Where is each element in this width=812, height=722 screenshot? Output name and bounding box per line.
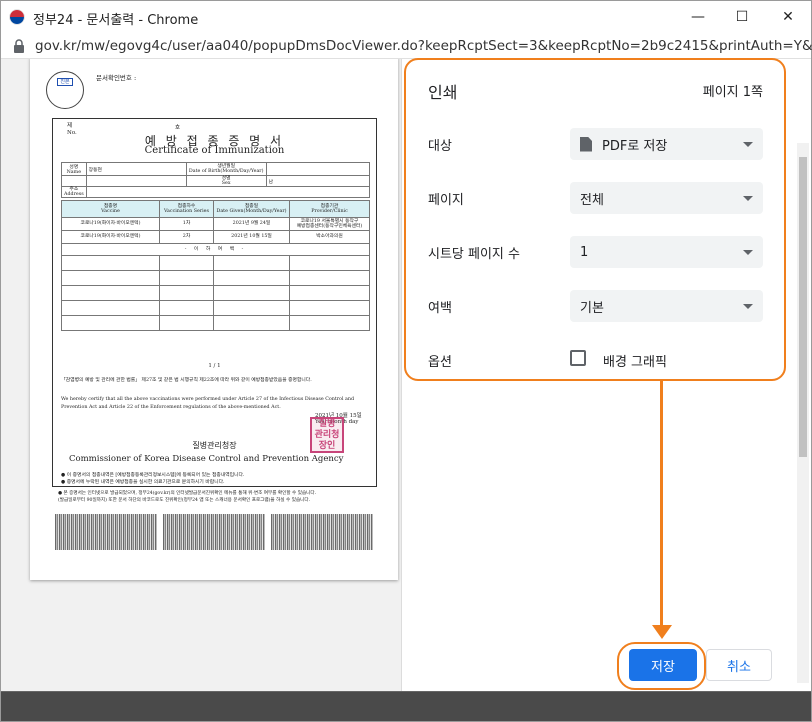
- authentic-seal: 진본: [46, 71, 84, 109]
- print-settings-panel: 인쇄 페이지 1쪽 대상 PDF로 저장 페이지 전체 시트당 페이지 수 1 …: [402, 59, 811, 721]
- minimize-icon: —: [691, 9, 705, 25]
- date-cell: 2021년 9월 24일: [213, 217, 290, 231]
- margins-value: 기본: [580, 300, 604, 316]
- highlight-arrow-head: [652, 625, 672, 639]
- provider-header: 접종기관 Provider/Clinic: [289, 200, 370, 218]
- series-header: 접종차수 Vaccination Series: [159, 200, 214, 218]
- date-cell: 2021년 10월 15일: [213, 230, 290, 244]
- page-number: 1 / 1: [208, 363, 221, 369]
- dob-value: [265, 162, 371, 176]
- print-preview-area: 진본 문서확인번호 : 제 No. 호 예 방 접 종 증 명 서 Certif…: [1, 59, 402, 721]
- window-title: 정부24 - 문서출력 - Chrome: [33, 13, 199, 28]
- note-verification: ● 본 증명서는 인터넷으로 발급되었으며, 정부24(gov.kr)의 인터넷…: [58, 491, 317, 503]
- pdf-document-icon: [580, 136, 592, 152]
- certificate-title-en: Certificate of Immunization: [144, 145, 285, 156]
- table-row: [61, 315, 370, 331]
- pages-per-sheet-value: 1: [580, 244, 589, 260]
- barcode-3: [271, 514, 373, 550]
- address-value: [85, 186, 371, 198]
- pages-per-sheet-label: 시트당 페이지 수: [428, 247, 520, 262]
- url-text[interactable]: gov.kr/mw/egovg4c/user/aa040/popupDmsDoc…: [35, 38, 812, 54]
- name-value: 장동현: [85, 162, 187, 176]
- close-button[interactable]: ✕: [765, 1, 811, 33]
- print-title: 인쇄: [428, 83, 458, 102]
- lock-icon: [14, 39, 24, 53]
- table-row: [61, 255, 370, 271]
- provider-cell: 코로나19 서울특별시 동작구 예방접종센터(동작구민체육센터): [289, 217, 370, 231]
- address-bar[interactable]: gov.kr/mw/egovg4c/user/aa040/popupDmsDoc…: [1, 33, 812, 59]
- highlight-arrow-line: [660, 381, 663, 627]
- agency-name-ko: 질병관리청장: [192, 441, 237, 450]
- barcode-1: [55, 514, 157, 550]
- pages-select[interactable]: 전체: [570, 182, 763, 214]
- destination-select[interactable]: PDF로 저장: [570, 128, 763, 160]
- page-count: 페이지 1쪽: [702, 85, 763, 100]
- cancel-button[interactable]: 취소: [706, 649, 772, 681]
- background-page-footer: [1, 691, 811, 721]
- document-check-number: 문서확인번호 :: [96, 74, 137, 82]
- legal-statement-ko: 「감염병의 예방 및 관리에 관한 법률」 제27조 및 같은 법 시행규칙 제…: [61, 378, 312, 383]
- maximize-icon: ☐: [735, 9, 749, 25]
- series-cell: 1차: [159, 217, 214, 231]
- page-content: 진본 문서확인번호 : 제 No. 호 예 방 접 종 증 명 서 Certif…: [1, 59, 811, 721]
- sex-label: 성별 Sex: [185, 175, 267, 187]
- chevron-down-icon: [743, 250, 753, 255]
- pages-label: 페이지: [428, 193, 464, 208]
- maximize-button[interactable]: ☐: [719, 1, 765, 33]
- dob-label: 생년월일 Date of Birth(Month/Day/Year): [185, 162, 267, 176]
- name-label: 성명 Name: [61, 162, 87, 176]
- seal-text: 진본: [57, 78, 73, 86]
- provider-cell: 박소아과의원: [289, 230, 370, 244]
- table-row: [61, 270, 370, 286]
- certificate-frame: 제 No. 호 예 방 접 종 증 명 서 Certificate of Imm…: [52, 118, 377, 487]
- barcode-2: [163, 514, 265, 550]
- scrollbar-thumb[interactable]: [799, 157, 807, 457]
- vaccine-header: 접종명 Vaccine: [61, 200, 160, 218]
- minimize-button[interactable]: —: [675, 1, 721, 33]
- vaccine-cell: 코로나19(화이자·바이오엔텍): [61, 230, 160, 244]
- vaccine-cell: 코로나19(화이자·바이오엔텍): [61, 217, 160, 231]
- chevron-down-icon: [743, 304, 753, 309]
- series-cell: 2차: [159, 230, 214, 244]
- pages-per-sheet-select[interactable]: 1: [570, 236, 763, 268]
- sex-value: 남: [265, 175, 371, 187]
- settings-scrollbar[interactable]: [797, 143, 809, 683]
- close-icon: ✕: [782, 9, 794, 25]
- destination-value: PDF로 저장: [602, 138, 668, 154]
- background-graphics-label[interactable]: 배경 그래픽: [603, 351, 667, 370]
- table-row: [61, 300, 370, 316]
- preview-page: 진본 문서확인번호 : 제 No. 호 예 방 접 종 증 명 서 Certif…: [30, 59, 398, 580]
- note-registry: ● 이 증명서의 접종내역은 [예방접종등록관리정보시스템]에 등록되어 있는 …: [61, 473, 245, 485]
- vaccination-header-row: 접종명 Vaccine 접종차수 Vaccination Series 접종일 …: [61, 200, 370, 218]
- chevron-down-icon: [743, 196, 753, 201]
- destination-label: 대상: [428, 139, 452, 154]
- margins-select[interactable]: 기본: [570, 290, 763, 322]
- browser-window: 정부24 - 문서출력 - Chrome — ☐ ✕ gov.kr/mw/ego…: [0, 0, 812, 722]
- agency-name-en: Commissioner of Korea Disease Control an…: [69, 454, 344, 464]
- end-mark: - 이 하 여 백 -: [61, 243, 370, 256]
- personal-info-table: 성명 Name 장동현 생년월일 Date of Birth(Month/Day…: [61, 162, 371, 198]
- date-header: 접종일 Date Given(Month/Day/Year): [213, 200, 290, 218]
- background-graphics-checkbox[interactable]: [570, 350, 586, 366]
- chevron-down-icon: [743, 142, 753, 147]
- table-row: 코로나19(화이자·바이오엔텍) 2차 2021년 10월 15일 박소아과의원: [61, 230, 370, 244]
- margins-label: 여백: [428, 301, 452, 316]
- end-mark-row: - 이 하 여 백 -: [61, 243, 370, 256]
- options-label: 옵션: [428, 355, 452, 370]
- pages-value: 전체: [580, 192, 604, 208]
- vaccination-table: 접종명 Vaccine 접종차수 Vaccination Series 접종일 …: [61, 200, 370, 331]
- title-bar: 정부24 - 문서출력 - Chrome — ☐ ✕: [1, 1, 811, 33]
- table-row: 코로나19(화이자·바이오엔텍) 1차 2021년 9월 24일 코로나19 서…: [61, 217, 370, 231]
- address-label: 주소 Address: [61, 186, 87, 198]
- ho-label: 호: [175, 125, 181, 131]
- legal-statement-en: We hereby certify that all the above vac…: [61, 397, 355, 410]
- table-row: [61, 285, 370, 301]
- save-button[interactable]: 저장: [629, 649, 697, 681]
- gov24-logo-icon: [9, 9, 25, 25]
